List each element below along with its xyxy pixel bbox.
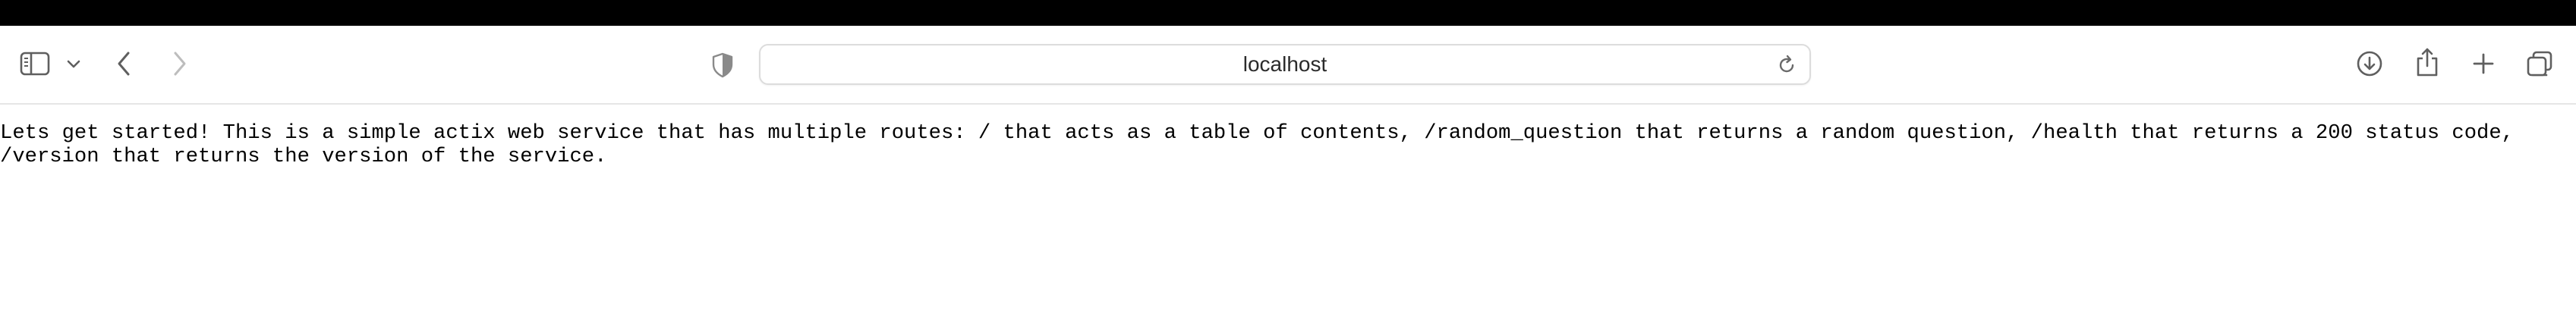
- privacy-report-button[interactable]: [706, 49, 739, 82]
- tab-overview-button[interactable]: [2521, 47, 2558, 80]
- downloads-button[interactable]: [2353, 47, 2386, 80]
- chevron-right-icon: [171, 51, 187, 77]
- share-button[interactable]: [2411, 44, 2444, 80]
- screen-top-bar: [0, 0, 2576, 26]
- reload-icon: [1776, 55, 1797, 76]
- tabs-overview-icon: [2526, 50, 2553, 77]
- back-button[interactable]: [109, 47, 140, 80]
- sidebar-icon: [20, 52, 50, 76]
- new-tab-button[interactable]: [2467, 47, 2500, 80]
- page-content: Lets get started! This is a simple actix…: [0, 105, 2576, 332]
- reload-button[interactable]: [1773, 52, 1800, 79]
- sidebar-toggle-button[interactable]: [14, 47, 56, 80]
- page-body-text: Lets get started! This is a simple actix…: [0, 121, 2527, 168]
- download-icon: [2356, 50, 2383, 77]
- chevron-left-icon: [116, 51, 133, 77]
- browser-toolbar: localhost: [0, 26, 2576, 105]
- url-text: localhost: [1242, 52, 1327, 76]
- chevron-down-icon: [66, 58, 81, 69]
- shield-icon: [712, 52, 733, 78]
- sidebar-menu-button[interactable]: [62, 52, 85, 76]
- forward-button[interactable]: [164, 47, 194, 80]
- share-icon: [2414, 47, 2440, 77]
- address-bar[interactable]: localhost: [759, 44, 1811, 85]
- plus-icon: [2472, 52, 2495, 75]
